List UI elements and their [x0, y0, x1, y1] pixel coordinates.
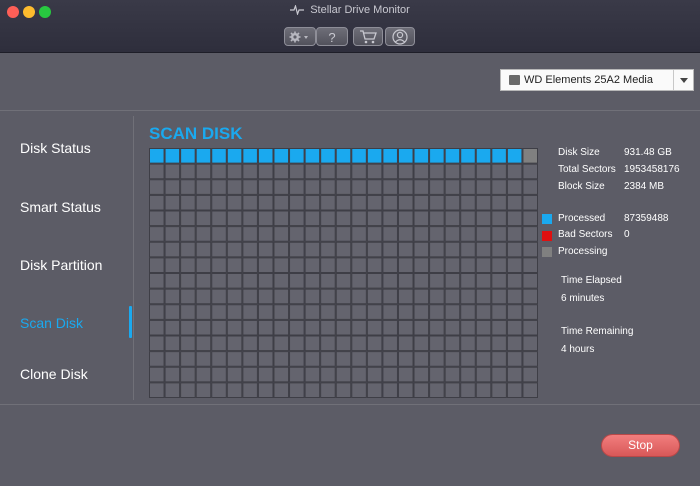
footer-divider [0, 404, 700, 405]
chevron-down-icon[interactable] [673, 70, 693, 90]
nav-disk-partition[interactable]: Disk Partition [20, 257, 102, 273]
help-button[interactable]: ? [316, 27, 348, 46]
scan-block-processed [320, 148, 336, 164]
scan-block-processing [522, 148, 538, 164]
scan-block-processed [211, 148, 227, 164]
gear-icon [289, 31, 308, 42]
bad-sectors-value: 0 [624, 229, 630, 240]
scan-block-processed [195, 148, 212, 164]
disk-size-value: 931.48 GB [624, 147, 672, 158]
bad-sectors-label: Bad Sectors [558, 229, 613, 240]
scan-block-processed [304, 148, 321, 164]
total-sectors-label: Total Sectors [558, 164, 616, 175]
user-icon [392, 28, 408, 45]
stop-button[interactable]: Stop [601, 434, 680, 457]
svg-text:?: ? [328, 30, 335, 44]
drive-select-label: WD Elements 25A2 Media [524, 74, 653, 86]
scan-block-processed [226, 148, 243, 164]
app-window: Stellar Drive Monitor ? WD Elements 25A2… [0, 0, 700, 486]
scan-block-processed [164, 148, 181, 164]
processed-label: Processed [558, 213, 606, 224]
scan-block-processed [273, 148, 290, 164]
scan-block-processed [335, 148, 352, 164]
time-elapsed-value: 6 minutes [561, 293, 605, 304]
settings-button[interactable] [284, 27, 316, 46]
processed-swatch [542, 214, 552, 224]
block-size-label: Block Size [558, 181, 605, 192]
scan-block-processed [506, 148, 523, 164]
scan-block-processed [382, 148, 398, 164]
cart-icon [360, 29, 377, 43]
scan-block-processed [460, 148, 476, 164]
scan-block-processed [257, 148, 274, 164]
scan-block-processed [149, 148, 165, 164]
scan-block-processed [242, 148, 258, 164]
scan-block-processed [366, 148, 383, 164]
cart-button[interactable] [353, 27, 383, 46]
scan-block-processed [289, 148, 305, 164]
nav-smart-status[interactable]: Smart Status [20, 199, 101, 215]
block-size-value: 2384 MB [624, 181, 665, 192]
header-divider [0, 110, 700, 111]
time-elapsed-label: Time Elapsed [561, 275, 622, 286]
help-icon: ? [328, 30, 335, 44]
time-remaining-label: Time Remaining [561, 326, 634, 337]
nav-clone-disk[interactable]: Clone Disk [20, 366, 88, 382]
nav-scan-disk[interactable]: Scan Disk [20, 315, 83, 331]
account-button[interactable] [385, 27, 415, 46]
scan-block-processed [444, 148, 461, 164]
scan-block-processed [397, 148, 414, 164]
time-remaining-value: 4 hours [561, 344, 595, 355]
chevron-down-icon [304, 35, 308, 39]
scan-block-processed [475, 148, 492, 164]
sidebar-divider [133, 116, 134, 400]
drive-select[interactable]: WD Elements 25A2 Media [500, 69, 694, 91]
scan-block-processed [351, 148, 367, 164]
pulse-icon [290, 5, 305, 16]
scan-block-grid [149, 148, 538, 398]
scan-block-processed [413, 148, 430, 164]
scan-disk-title: SCAN DISK [149, 124, 243, 143]
window-title: Stellar Drive Monitor [310, 4, 410, 16]
nav-disk-status[interactable]: Disk Status [20, 140, 91, 156]
bad-sectors-swatch [542, 231, 552, 241]
processed-value: 87359488 [624, 213, 669, 224]
processing-label: Processing [558, 246, 608, 257]
scan-block-processed [429, 148, 445, 164]
active-nav-indicator [129, 306, 132, 338]
disk-size-label: Disk Size [558, 147, 600, 158]
processing-swatch [542, 247, 552, 257]
hard-drive-icon [509, 75, 520, 85]
scan-block-processed [491, 148, 507, 164]
scan-block-processed [180, 148, 196, 164]
total-sectors-value: 1953458176 [624, 164, 680, 175]
title-bar: Stellar Drive Monitor ? [0, 0, 700, 53]
window-title-area: Stellar Drive Monitor [0, 4, 700, 16]
